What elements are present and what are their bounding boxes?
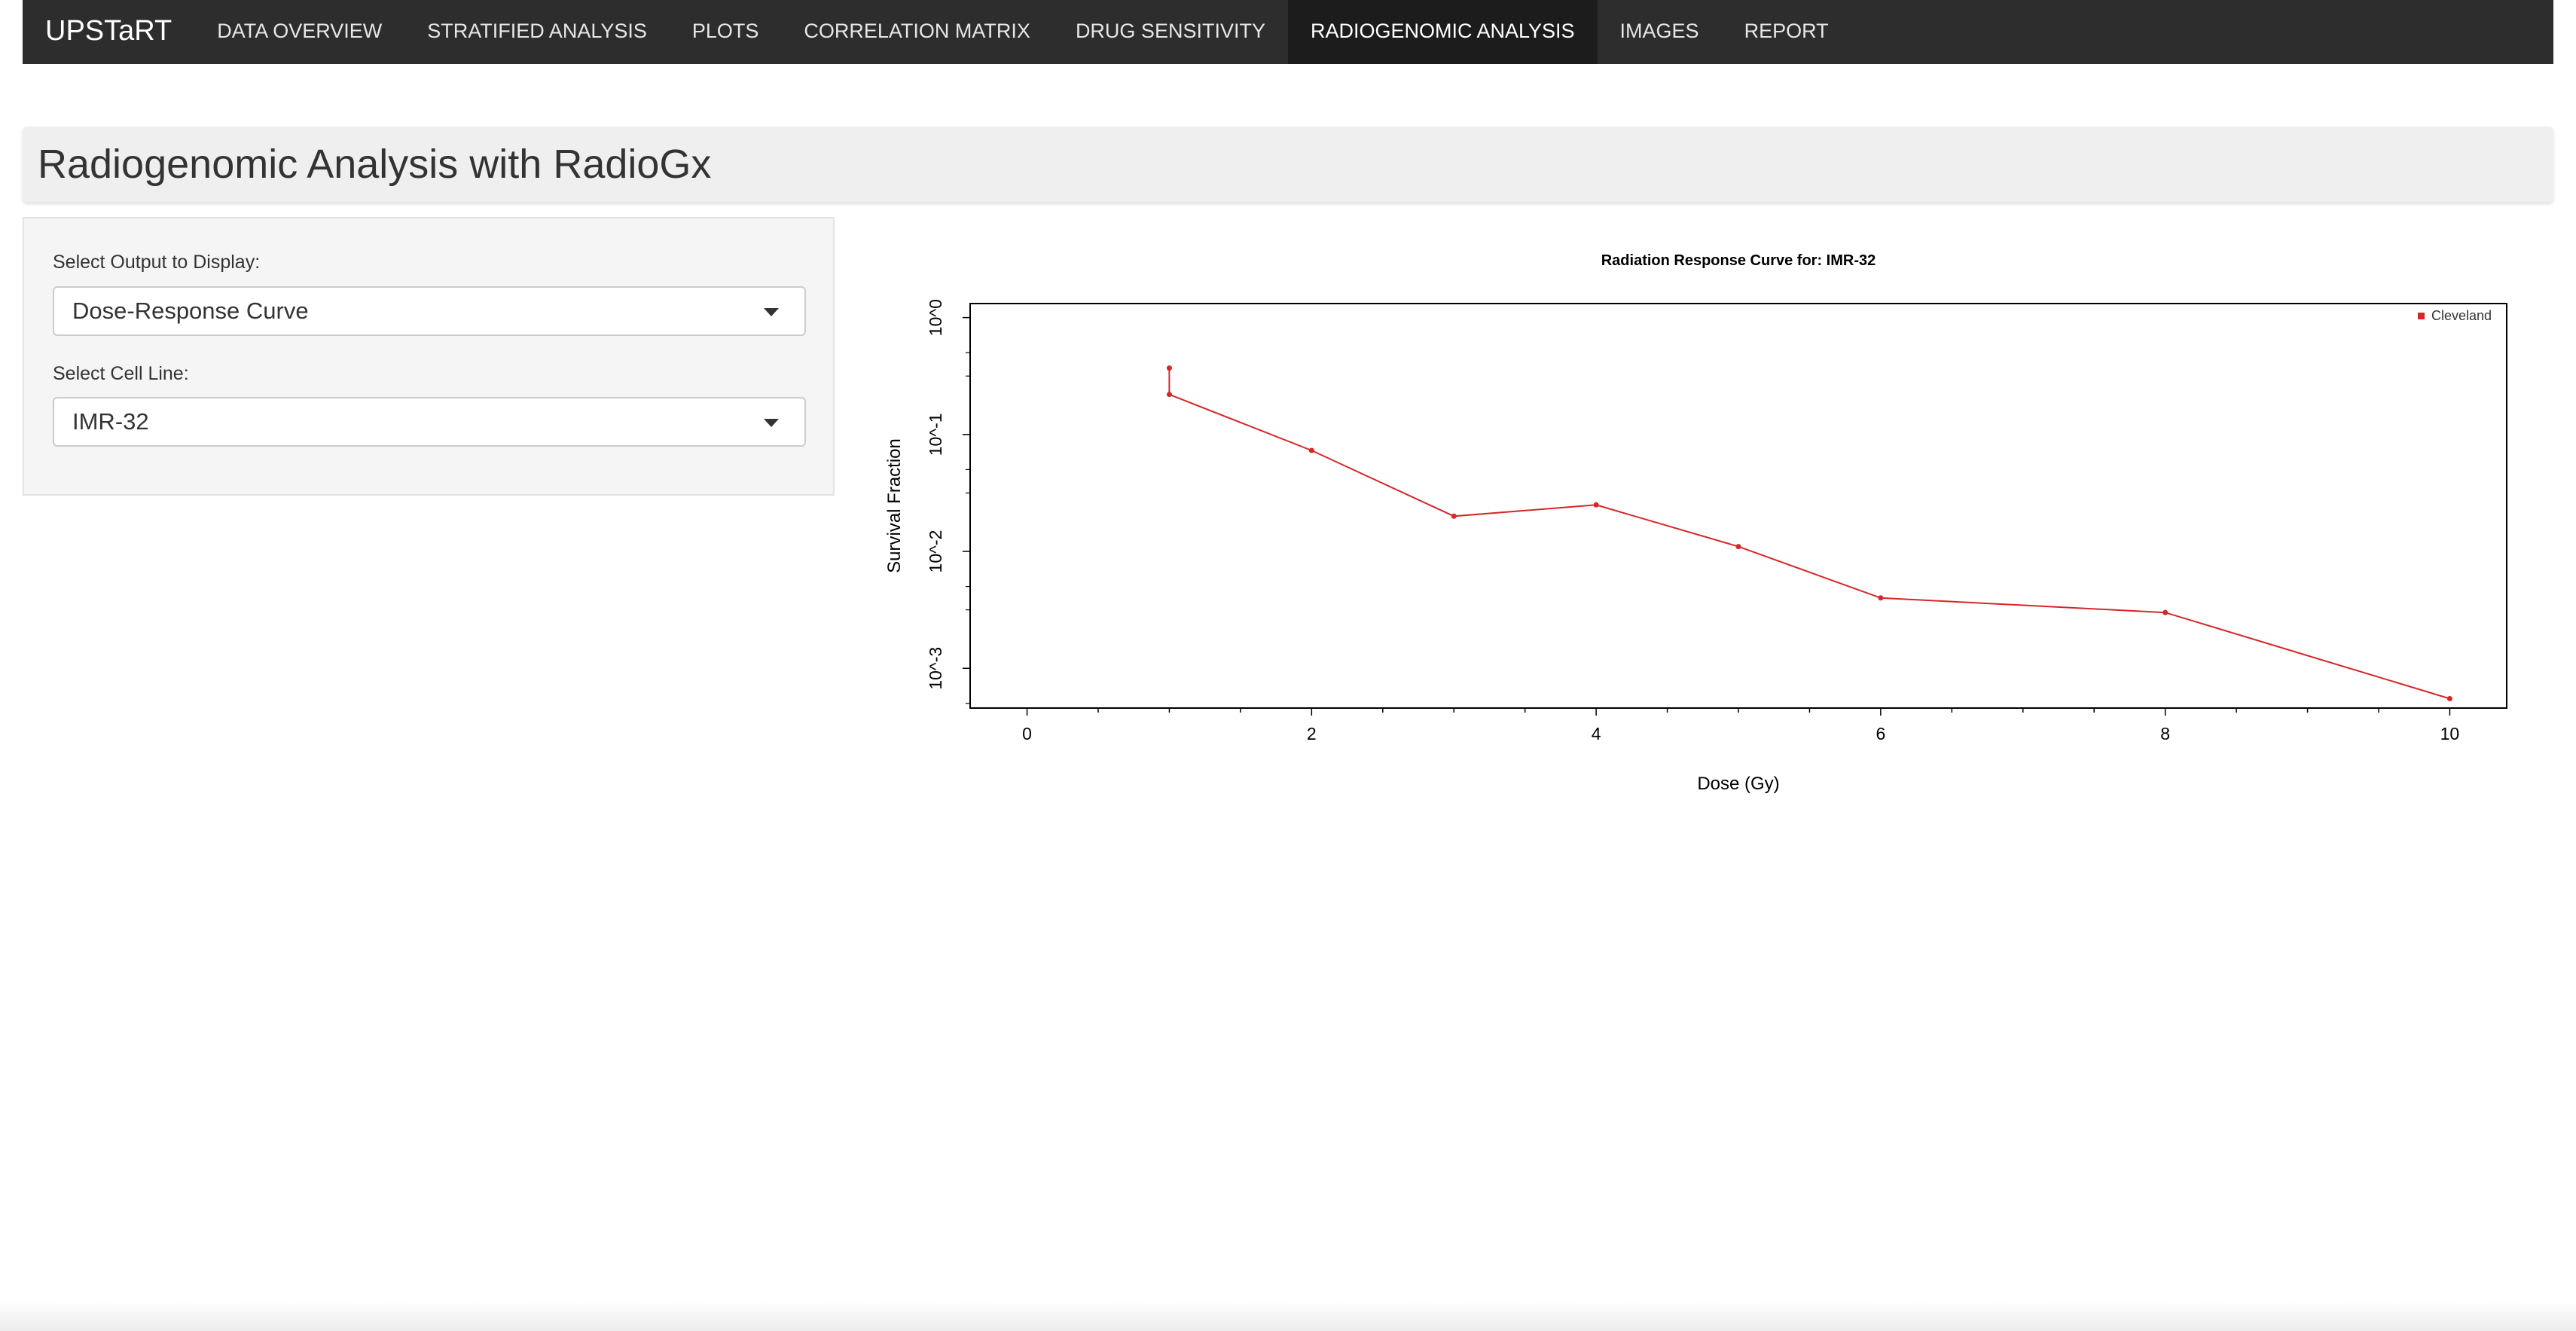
output-select-value: Dose-Response Curve — [72, 298, 309, 324]
x-tick-label: 10 — [2440, 724, 2460, 743]
plot-frame — [969, 303, 2507, 709]
tab-drug-sensitivity[interactable]: DRUG SENSITIVITY — [1053, 0, 1288, 64]
tab-radiogenomic-analysis[interactable]: RADIOGENOMIC ANALYSIS — [1287, 0, 1598, 64]
y-tick-label: 10^-1 — [926, 413, 945, 456]
title-panel: Radiogenomic Analysis with RadioGx — [23, 127, 2553, 202]
chart-title: Radiation Response Curve for: IMR-32 — [1601, 252, 1876, 269]
data-point — [1308, 447, 1314, 453]
y-tick-label: 10^-3 — [926, 647, 945, 690]
data-point — [1451, 513, 1457, 519]
cell-line-select-value: IMR-32 — [72, 408, 149, 435]
radiation-response-plot: Radiation Response Curve for: IMR-32 0 2 4 6… — [866, 226, 2546, 829]
series-line-cleveland — [1168, 368, 2450, 700]
cell-line-select-label: Select Cell Line: — [53, 363, 189, 384]
output-select[interactable]: Dose-Response Curve — [53, 286, 806, 336]
data-point — [1166, 365, 1172, 371]
chart-svg: Radiation Response Curve for: IMR-32 0 2 4 6… — [884, 252, 2507, 794]
bottom-shadow — [0, 1301, 2576, 1331]
y-axis-label: Survival Fraction — [884, 438, 905, 573]
chevron-down-icon — [764, 308, 779, 316]
top-navbar: UPSTaRT DATA OVERVIEW STRATIFIED ANALYSI… — [23, 0, 2553, 64]
data-point — [1166, 392, 1172, 398]
tab-plots[interactable]: PLOTS — [670, 0, 782, 64]
legend-marker — [2418, 313, 2425, 319]
tab-images[interactable]: IMAGES — [1598, 0, 1722, 64]
data-point — [1593, 502, 1599, 508]
y-tick-label: 10^0 — [926, 299, 945, 336]
page-title: Radiogenomic Analysis with RadioGx — [38, 142, 712, 187]
x-tick-label: 2 — [1307, 724, 1317, 743]
x-tick-label: 0 — [1022, 724, 1032, 743]
legend-label: Cleveland — [2431, 308, 2492, 323]
cell-line-select[interactable]: IMR-32 — [53, 397, 806, 447]
y-tick-label: 10^-2 — [926, 530, 945, 573]
app-brand[interactable]: UPSTaRT — [23, 0, 194, 64]
x-tick-label: 6 — [1876, 724, 1885, 743]
tab-stratified-analysis[interactable]: STRATIFIED ANALYSIS — [404, 0, 670, 64]
tab-data-overview[interactable]: DATA OVERVIEW — [194, 0, 404, 64]
chevron-down-icon — [764, 419, 779, 427]
x-tick-label: 8 — [2160, 724, 2170, 743]
tab-correlation-matrix[interactable]: CORRELATION MATRIX — [781, 0, 1053, 64]
data-point — [1878, 595, 1884, 601]
sidebar-panel: Select Output to Display: Dose-Response … — [23, 217, 835, 496]
tab-report[interactable]: REPORT — [1722, 0, 1851, 64]
x-axis-label: Dose (Gy) — [1697, 774, 1779, 794]
output-select-label: Select Output to Display: — [53, 252, 261, 273]
data-point — [1735, 544, 1741, 550]
x-tick-label: 4 — [1592, 724, 1601, 743]
data-point — [2162, 609, 2169, 615]
data-point — [2446, 696, 2452, 702]
